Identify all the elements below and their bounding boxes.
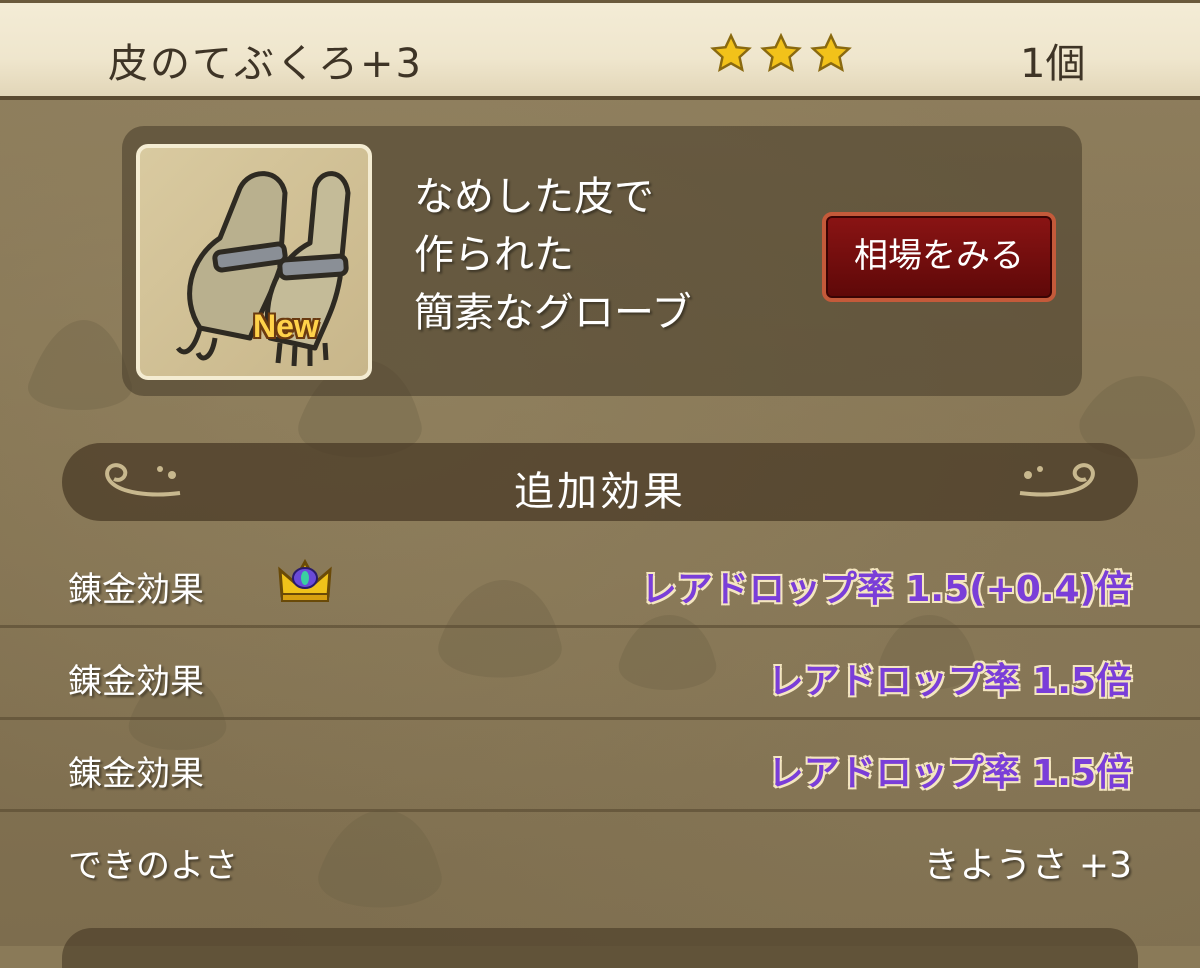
effect-row: 錬金効果 レアドロップ率 1.5倍 bbox=[0, 720, 1200, 812]
quality-value: きようさ +3 bbox=[923, 845, 1132, 886]
crown-icon bbox=[278, 558, 332, 602]
new-badge: New bbox=[253, 308, 319, 344]
effect-row: 錬金効果 レアドロップ率 1.5(+0.4)倍 bbox=[0, 536, 1200, 628]
effect-label: 錬金効果 bbox=[68, 570, 204, 610]
market-price-button[interactable]: 相場をみる bbox=[822, 212, 1056, 302]
description-line: 簡素なグローブ bbox=[414, 290, 692, 336]
star-icon bbox=[710, 33, 752, 72]
item-description: なめした皮で 作られた 簡素なグローブ bbox=[414, 168, 692, 342]
effect-label: 錬金効果 bbox=[68, 662, 204, 702]
rarity-stars bbox=[710, 33, 852, 75]
description-line: なめした皮で bbox=[414, 174, 654, 220]
effect-value: レアドロップ率 1.5倍 bbox=[767, 753, 1132, 794]
effect-label: 錬金効果 bbox=[68, 754, 204, 794]
quality-label: できのよさ bbox=[68, 846, 238, 886]
next-section-header bbox=[62, 928, 1138, 968]
flourish-right-icon bbox=[1019, 463, 1095, 497]
star-icon bbox=[810, 33, 852, 72]
effect-row: 錬金効果 レアドロップ率 1.5倍 bbox=[0, 628, 1200, 720]
effect-value: レアドロップ率 1.5倍 bbox=[767, 661, 1132, 702]
description-line: 作られた bbox=[414, 232, 574, 278]
effects-section-header: 追加効果 bbox=[62, 443, 1138, 521]
effect-value: レアドロップ率 1.5(+0.4)倍 bbox=[640, 569, 1132, 610]
item-header-bar: 皮のてぶくろ+3 1個 bbox=[0, 0, 1200, 100]
item-quantity: 1個 bbox=[1020, 41, 1086, 87]
star-icon bbox=[760, 33, 802, 72]
quality-row: できのよさ きようさ +3 bbox=[0, 812, 1200, 904]
effects-section-title: 追加効果 bbox=[514, 469, 686, 515]
item-name: 皮のてぶくろ+3 bbox=[108, 41, 423, 87]
